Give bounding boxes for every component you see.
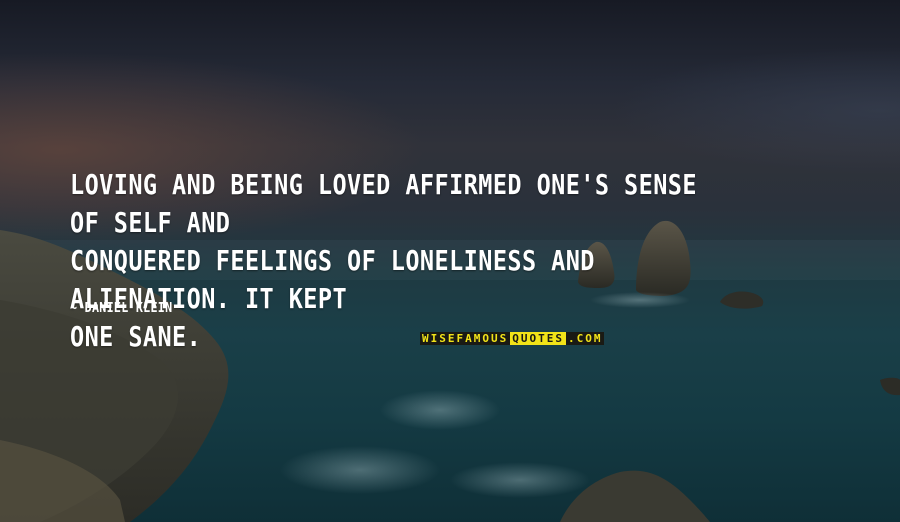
site-watermark-logo: WISEFAMOUS QUOTES .COM	[420, 332, 605, 345]
wave-foam	[450, 462, 590, 498]
quote-image: LOVING AND BEING LOVED AFFIRMED ONE'S SE…	[0, 0, 900, 522]
right-edge-rock	[880, 377, 900, 396]
quote-author: ~ DANIEL KLEIN	[70, 301, 173, 316]
wave-foam	[380, 390, 500, 430]
watermark-part: WISEFAMOUS	[422, 332, 509, 345]
quote-line: ONE SANE.	[70, 320, 202, 353]
watermark-part: .COM	[567, 332, 603, 345]
quote-text: LOVING AND BEING LOVED AFFIRMED ONE'S SE…	[70, 166, 725, 356]
watermark-part: QUOTES	[510, 332, 566, 345]
sea-rock-flat	[720, 291, 764, 309]
wave-foam	[280, 446, 440, 494]
quote-line: LOVING AND BEING LOVED AFFIRMED ONE'S SE…	[70, 168, 697, 239]
